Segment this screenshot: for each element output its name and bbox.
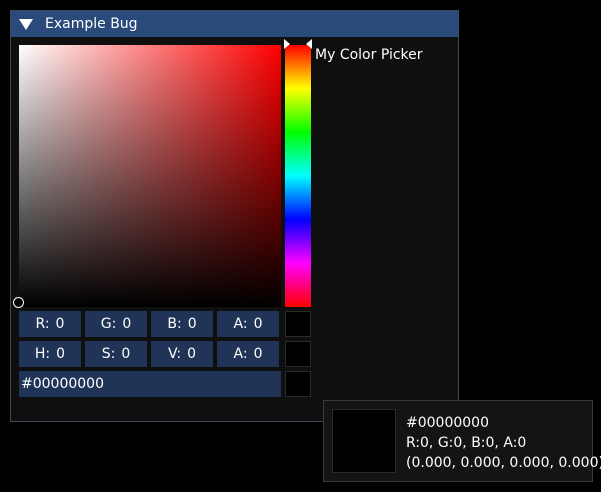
hue-bar[interactable] bbox=[285, 45, 311, 307]
field-value: 0 bbox=[121, 346, 131, 362]
alpha-input[interactable]: A: 0 bbox=[217, 311, 279, 337]
field-label: R: bbox=[35, 316, 50, 332]
hue-input[interactable]: H: 0 bbox=[19, 341, 81, 367]
hue-marker-right-arrow-icon[interactable] bbox=[306, 39, 312, 49]
field-label: H: bbox=[34, 346, 51, 362]
red-input[interactable]: R: 0 bbox=[19, 311, 81, 337]
collapse-triangle-icon[interactable] bbox=[19, 18, 33, 30]
color-tooltip: #00000000 R:0, G:0, B:0, A:0 (0.000, 0.0… bbox=[323, 400, 601, 482]
example-bug-window: Example Bug My Color Picker R: 0 G: 0 B:… bbox=[10, 10, 459, 422]
color-swatch-hsva[interactable] bbox=[285, 341, 311, 367]
picker-label: My Color Picker bbox=[315, 47, 423, 63]
window-titlebar[interactable]: Example Bug bbox=[11, 11, 458, 37]
hex-input[interactable]: #00000000 bbox=[19, 371, 281, 397]
color-swatch-rgba[interactable] bbox=[285, 311, 311, 337]
value-input[interactable]: V: 0 bbox=[151, 341, 213, 367]
saturation-input[interactable]: S: 0 bbox=[85, 341, 147, 367]
field-label: G: bbox=[100, 316, 117, 332]
color-swatch-hex[interactable] bbox=[285, 371, 311, 397]
tooltip-hex: #00000000 bbox=[406, 415, 489, 431]
field-value: 0 bbox=[55, 316, 65, 332]
field-value: 0 bbox=[187, 316, 197, 332]
tooltip-int-values: R:0, G:0, B:0, A:0 bbox=[406, 435, 527, 451]
field-label: V: bbox=[167, 346, 182, 362]
field-value: 0 bbox=[253, 346, 263, 362]
field-value: 0 bbox=[56, 346, 66, 362]
window-title: Example Bug bbox=[45, 16, 138, 32]
field-label: S: bbox=[101, 346, 116, 362]
field-label: A: bbox=[233, 316, 248, 332]
hue-marker-left-arrow-icon[interactable] bbox=[284, 39, 290, 49]
field-value: 0 bbox=[122, 316, 132, 332]
alpha-input-hsv[interactable]: A: 0 bbox=[217, 341, 279, 367]
green-input[interactable]: G: 0 bbox=[85, 311, 147, 337]
hex-value: #00000000 bbox=[21, 376, 104, 392]
saturation-value-square[interactable] bbox=[19, 45, 281, 307]
field-value: 0 bbox=[187, 346, 197, 362]
field-label: A: bbox=[233, 346, 248, 362]
field-value: 0 bbox=[253, 316, 263, 332]
blue-input[interactable]: B: 0 bbox=[151, 311, 213, 337]
tooltip-float-values: (0.000, 0.000, 0.000, 0.000) bbox=[406, 455, 601, 471]
field-label: B: bbox=[167, 316, 182, 332]
tooltip-color-swatch bbox=[332, 409, 396, 473]
sv-cursor-circle-icon[interactable] bbox=[13, 297, 24, 308]
